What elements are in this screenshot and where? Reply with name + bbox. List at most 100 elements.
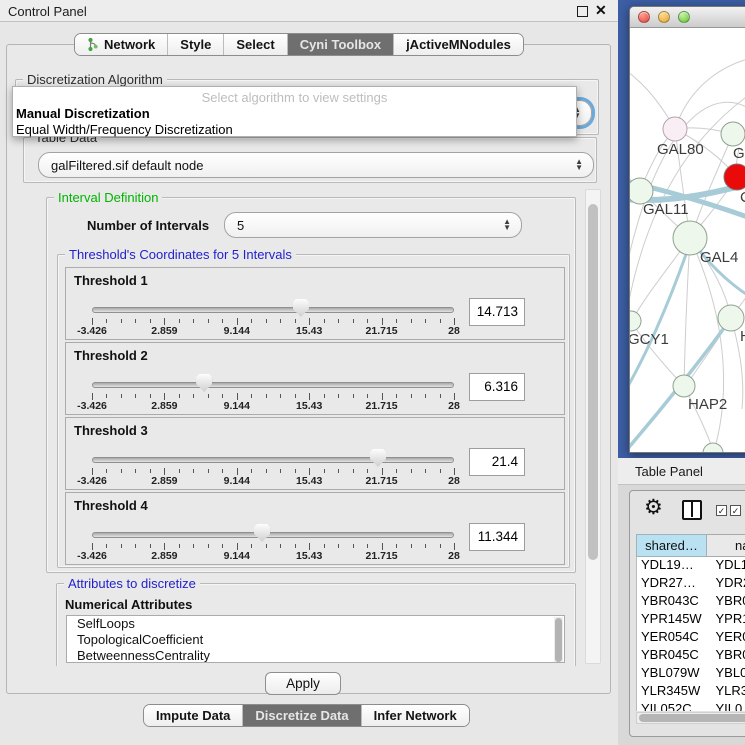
table-cell[interactable]: YDL19… bbox=[637, 557, 708, 575]
network-node[interactable] bbox=[663, 117, 687, 141]
table-cell[interactable]: YPR1 bbox=[708, 611, 745, 629]
slider-thumb[interactable] bbox=[370, 449, 386, 467]
table-cell[interactable]: YER054C bbox=[637, 629, 708, 647]
table-row[interactable]: YER054C YER0 bbox=[637, 629, 745, 647]
table-row[interactable]: YPR145W YPR1 bbox=[637, 611, 745, 629]
slider-tick bbox=[266, 319, 267, 323]
network-node[interactable] bbox=[724, 164, 745, 190]
slider-tick bbox=[121, 394, 122, 398]
list-item[interactable]: SelfLoops bbox=[67, 616, 564, 632]
zoom-traffic-light-icon[interactable] bbox=[678, 11, 690, 23]
network-window-titlebar[interactable] bbox=[630, 7, 745, 28]
table-cell[interactable]: YDR27… bbox=[637, 575, 708, 593]
slider-tick bbox=[309, 543, 310, 550]
threshold-value-field[interactable]: 21.4 bbox=[469, 448, 525, 476]
table-cell[interactable]: YPR145W bbox=[637, 611, 708, 629]
table-row[interactable]: YLR345W YLR3 bbox=[637, 683, 745, 701]
table-row[interactable]: YDR27… YDR2 bbox=[637, 575, 745, 593]
tab-network[interactable]: Network bbox=[75, 34, 167, 55]
table-cell[interactable]: YBR0 bbox=[708, 593, 745, 611]
slider-tick bbox=[208, 544, 209, 548]
tab-discretize-data[interactable]: Discretize Data bbox=[242, 705, 360, 726]
tab-style[interactable]: Style bbox=[167, 34, 223, 55]
threshold-value-field[interactable]: 11.344 bbox=[469, 523, 525, 551]
slider-tick bbox=[324, 469, 325, 473]
slider-tick bbox=[92, 543, 93, 550]
dropdown-hint: Select algorithm to view settings bbox=[13, 87, 576, 105]
tab-cyni-toolbox[interactable]: Cyni Toolbox bbox=[287, 34, 393, 55]
threshold-slider[interactable] bbox=[92, 457, 454, 463]
table-cell[interactable]: YIL052C bbox=[637, 701, 708, 711]
numerical-attributes-list[interactable]: SelfLoops TopologicalCoefficient Between… bbox=[66, 615, 565, 663]
close-traffic-light-icon[interactable] bbox=[638, 11, 650, 23]
table-cell[interactable]: YDR2 bbox=[708, 575, 745, 593]
table-row[interactable]: YDL19… YDL1 bbox=[637, 557, 745, 575]
list-scrollbar[interactable] bbox=[554, 617, 563, 663]
scrollbar-thumb[interactable] bbox=[588, 204, 598, 560]
network-node[interactable] bbox=[673, 375, 695, 397]
threshold-slider[interactable] bbox=[92, 382, 454, 388]
threshold-label: Threshold 3 bbox=[74, 423, 148, 438]
gear-icon[interactable]: ⚙ bbox=[644, 495, 663, 520]
table-row[interactable]: YIL052C YIL0 bbox=[637, 701, 745, 711]
tab-impute-data[interactable]: Impute Data bbox=[144, 705, 242, 726]
network-node-label: GAL11 bbox=[643, 201, 689, 218]
network-edge[interactable] bbox=[675, 57, 745, 129]
table-cell[interactable]: YDL1 bbox=[708, 557, 745, 575]
table-data-combobox[interactable]: galFiltered.sif default node ▲▼ bbox=[38, 152, 594, 178]
cyni-toolbox-panel: Discretization Algorithm ▲▼ Table Data g… bbox=[6, 44, 611, 694]
scrollbar-thumb[interactable] bbox=[639, 714, 745, 722]
table-cell[interactable]: YER0 bbox=[708, 629, 745, 647]
slider-thumb[interactable] bbox=[196, 374, 212, 392]
network-canvas[interactable]: GAL80G.CGAL11GAL4GCY1HHAP2 bbox=[630, 29, 745, 453]
slider-thumb[interactable] bbox=[293, 299, 309, 317]
slider-tick bbox=[135, 319, 136, 323]
columns-icon[interactable] bbox=[682, 500, 702, 520]
bottom-tab-bar: Impute Data Discretize Data Infer Networ… bbox=[143, 704, 470, 727]
threshold-slider[interactable] bbox=[92, 532, 454, 538]
slider-thumb[interactable] bbox=[254, 524, 270, 542]
table-row[interactable]: YBR043C YBR0 bbox=[637, 593, 745, 611]
column-header-shared[interactable]: shared… bbox=[636, 534, 707, 557]
table-cell[interactable]: YBR043C bbox=[637, 593, 708, 611]
list-item[interactable]: TopologicalCoefficient bbox=[67, 632, 564, 648]
table-cell[interactable]: YBR0 bbox=[708, 647, 745, 665]
scrollbar-thumb[interactable] bbox=[555, 618, 562, 662]
table-cell[interactable]: YBL0 bbox=[708, 665, 745, 683]
network-node[interactable] bbox=[703, 443, 723, 453]
threshold-slider[interactable] bbox=[92, 307, 454, 313]
network-node[interactable] bbox=[630, 311, 641, 331]
slider-tick bbox=[280, 394, 281, 398]
table-cell[interactable]: YLR3 bbox=[708, 683, 745, 701]
table-cell[interactable]: YLR345W bbox=[637, 683, 708, 701]
slider-tick bbox=[121, 544, 122, 548]
network-node[interactable] bbox=[721, 122, 745, 146]
table-cell[interactable]: YIL0 bbox=[708, 701, 745, 711]
minimize-traffic-light-icon[interactable] bbox=[658, 11, 670, 23]
table-cell[interactable]: YBL079W bbox=[637, 665, 708, 683]
slider-tick bbox=[266, 394, 267, 398]
checkbox-icon[interactable]: ✓ bbox=[716, 505, 727, 516]
column-header-name[interactable]: na bbox=[707, 534, 745, 557]
number-of-intervals-combobox[interactable]: 5 ▲▼ bbox=[224, 212, 522, 238]
apply-button[interactable]: Apply bbox=[265, 672, 341, 695]
threshold-value-field[interactable]: 14.713 bbox=[469, 298, 525, 326]
panel-scrollbar[interactable] bbox=[585, 189, 601, 664]
table-cell[interactable]: YBR045C bbox=[637, 647, 708, 665]
slider-tick bbox=[338, 319, 339, 323]
dropdown-option-manual[interactable]: Manual Discretization bbox=[13, 105, 576, 121]
tab-jactivemnodules[interactable]: jActiveMNodules bbox=[393, 34, 523, 55]
tab-infer-network[interactable]: Infer Network bbox=[361, 705, 469, 726]
checkbox-icon[interactable]: ✓ bbox=[730, 505, 741, 516]
table-row[interactable]: YBL079W YBL0 bbox=[637, 665, 745, 683]
dropdown-option-equal-width[interactable]: Equal Width/Frequency Discretization bbox=[13, 121, 576, 137]
list-item[interactable]: BetweennessCentrality bbox=[67, 648, 564, 663]
float-window-icon[interactable] bbox=[577, 6, 588, 17]
close-icon[interactable]: ✕ bbox=[595, 2, 607, 19]
network-view-window: GAL80G.CGAL11GAL4GCY1HHAP2 bbox=[629, 6, 745, 453]
horizontal-scrollbar[interactable] bbox=[636, 712, 745, 724]
threshold-value-field[interactable]: 6.316 bbox=[469, 373, 525, 401]
table-row[interactable]: YBR045C YBR0 bbox=[637, 647, 745, 665]
tab-select[interactable]: Select bbox=[223, 34, 286, 55]
tab-label: jActiveMNodules bbox=[406, 37, 511, 52]
